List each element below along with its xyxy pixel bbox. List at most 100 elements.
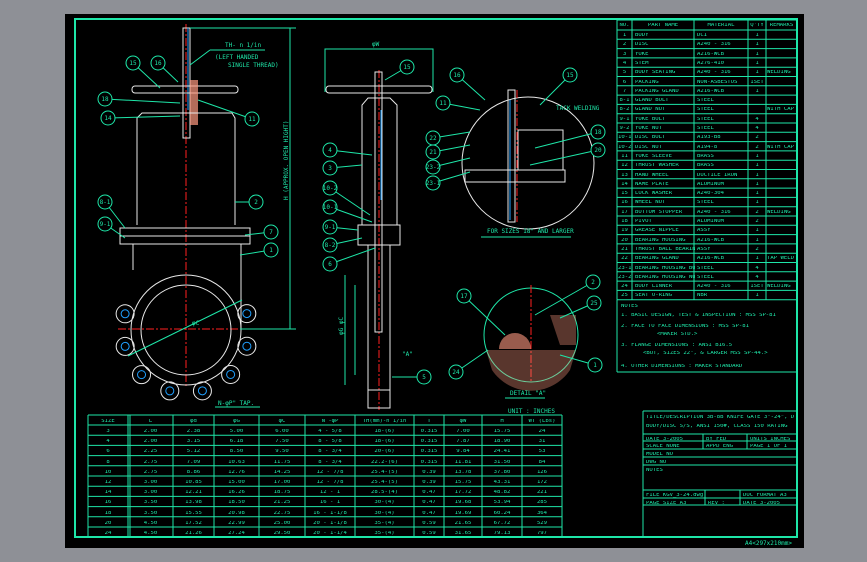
thread-note: TH- n 1/in: [225, 42, 262, 49]
dim-cell: 7.87: [456, 439, 470, 445]
parts-cell: HAND WHEEL: [635, 172, 669, 178]
dim-cell: 6: [106, 449, 110, 455]
balloon-label: 15: [129, 60, 137, 67]
dim-cell: 0.39: [422, 480, 436, 485]
dim-cell: 22.99: [228, 520, 245, 526]
balloon-22: 22: [425, 130, 471, 146]
dim-cell: 364: [536, 510, 548, 516]
balloon-label: 21: [429, 149, 437, 156]
parts-cell: 2: [755, 219, 759, 224]
balloon-label: 10-2: [323, 185, 338, 192]
balloon-label: 11: [248, 116, 256, 123]
dim-cell: 25.4-(5): [371, 480, 398, 485]
parts-cell: 1: [755, 172, 759, 178]
balloon-23-2: 23-2: [425, 157, 471, 175]
flange-bolt-hole: [242, 341, 252, 351]
title-notes: NOTES: [646, 468, 663, 473]
parts-cell: BRASS: [697, 153, 714, 159]
balloon-9-1: 9-1: [322, 219, 359, 235]
title-by: BY FED: [706, 437, 727, 442]
dim-cell: 24.41: [493, 449, 511, 455]
front-view: φC H (APPROX. OPEN HIGHT) TH- n 1/in (LE…: [115, 24, 296, 408]
dim-cell: 31.50: [493, 459, 511, 465]
parts-header: REMARKS: [769, 23, 794, 28]
dim-header: φd: [190, 419, 197, 424]
dim-cell: 20 - 1-1/4: [313, 531, 347, 536]
balloon-11: 11: [435, 95, 481, 111]
dim-cell: 8 - 5/8: [318, 439, 342, 445]
dim-cell: 35-(4): [374, 520, 395, 526]
balloon-label: 20: [594, 147, 602, 154]
parts-cell: BEARING HOUSING NUT: [635, 274, 695, 280]
dim-cell: 3.50: [143, 510, 158, 516]
balloon-label: 8-2: [325, 242, 336, 249]
dim-cell: 0.315: [420, 429, 438, 434]
title-page: PAGE 1 OF 1: [750, 444, 788, 449]
flange-bolt-hole: [137, 370, 147, 380]
note-line: 3. FLANGE DIMENSIONS : ANSI B16.5: [621, 342, 733, 348]
dim-cell: 29.50: [273, 531, 291, 536]
balloon-label: 9-1: [100, 221, 111, 228]
balloon-2: 2: [235, 194, 264, 210]
balloon-label: 4: [328, 147, 332, 154]
flange-bolt-hole: [120, 341, 130, 351]
balloon-label: 3: [328, 165, 332, 172]
dim-cell: 221: [536, 490, 548, 496]
parts-cell: YOKE BOLT: [635, 116, 666, 122]
dim-cell: 30-(4): [374, 500, 395, 506]
dim-cell: 19.69: [454, 510, 472, 516]
balloon-label: 17: [460, 293, 468, 300]
dim-cell: 12 - 7/8: [316, 469, 344, 475]
parts-cell: STEEL: [697, 200, 714, 206]
dim-cell: 0.315: [420, 439, 438, 445]
dim-cell: 2.38: [186, 429, 201, 434]
balloon-label: 8-1: [100, 199, 111, 206]
flange-bolt-hole: [165, 386, 175, 396]
dim-cell: 2.75: [143, 459, 158, 465]
title-description: BODY/DISC S/S, ANSI 150#, CLASS 150 RATI…: [646, 424, 788, 429]
dim-cell: 16: [104, 500, 112, 506]
dim-cell: 21.65: [454, 520, 472, 526]
parts-cell: 13: [621, 172, 628, 178]
parts-cell: BEARING GLAND: [635, 256, 679, 262]
detail-a: DETAIL "A": [483, 285, 579, 399]
dim-cell: 20.98: [228, 510, 245, 516]
detail-a-mark: "A": [402, 351, 413, 358]
dim-cell: 20-(6): [374, 449, 395, 455]
parts-cell: 10-2: [618, 144, 631, 150]
dim-cell: 4.50: [143, 520, 158, 526]
balloon-25: 25: [559, 295, 602, 319]
flange-lug: [132, 365, 152, 385]
parts-cell: A216-WCB: [697, 237, 724, 243]
dim-cell: 10: [104, 469, 112, 475]
parts-cell: STEM: [635, 60, 649, 66]
callout-balloons: 15 16 18 14 11 2 8-1 9-1 7 1 15 4 3 10-2 10-1 9-1 8-2 6 5 1…: [97, 55, 606, 385]
parts-cell: 12: [621, 163, 628, 169]
balloon-label: 16: [453, 72, 461, 79]
flange-lug: [160, 381, 180, 401]
parts-cell: WELDING: [767, 70, 791, 76]
dim-cell: 31.65: [454, 531, 472, 536]
dim-cell: 0.47: [422, 490, 436, 496]
balloon-1: 1: [239, 242, 279, 258]
title-page-size: PAGE SIZE A3: [646, 501, 687, 506]
parts-cell: YOKE SLEEVE: [635, 153, 673, 159]
balloon-label: 2: [591, 279, 595, 286]
balloon-label: 16: [154, 60, 162, 67]
dim-cell: 16 - 1-1/8: [313, 510, 347, 516]
parts-cell: THRUST BALL BEARING: [635, 246, 695, 252]
notes-title: NOTES: [621, 303, 638, 309]
dim-cell: 18.75: [273, 490, 291, 496]
dim-cell: 8 - 3/4: [318, 449, 342, 455]
parts-cell: 15: [621, 191, 628, 197]
parts-cell: 1: [755, 51, 759, 57]
dim-cell: 4.50: [143, 531, 158, 536]
flange-bolt-hole: [226, 369, 236, 379]
parts-cell: BEARING HOUSING: [635, 237, 686, 243]
dim-cell: 12.21: [185, 490, 202, 496]
parts-cell: 4: [755, 116, 759, 122]
parts-cell: 2: [755, 209, 759, 215]
dim-header: TH(mm)-n 1/in: [362, 419, 407, 424]
parts-cell: 4: [755, 274, 759, 280]
dim-cell: 53: [538, 449, 546, 455]
